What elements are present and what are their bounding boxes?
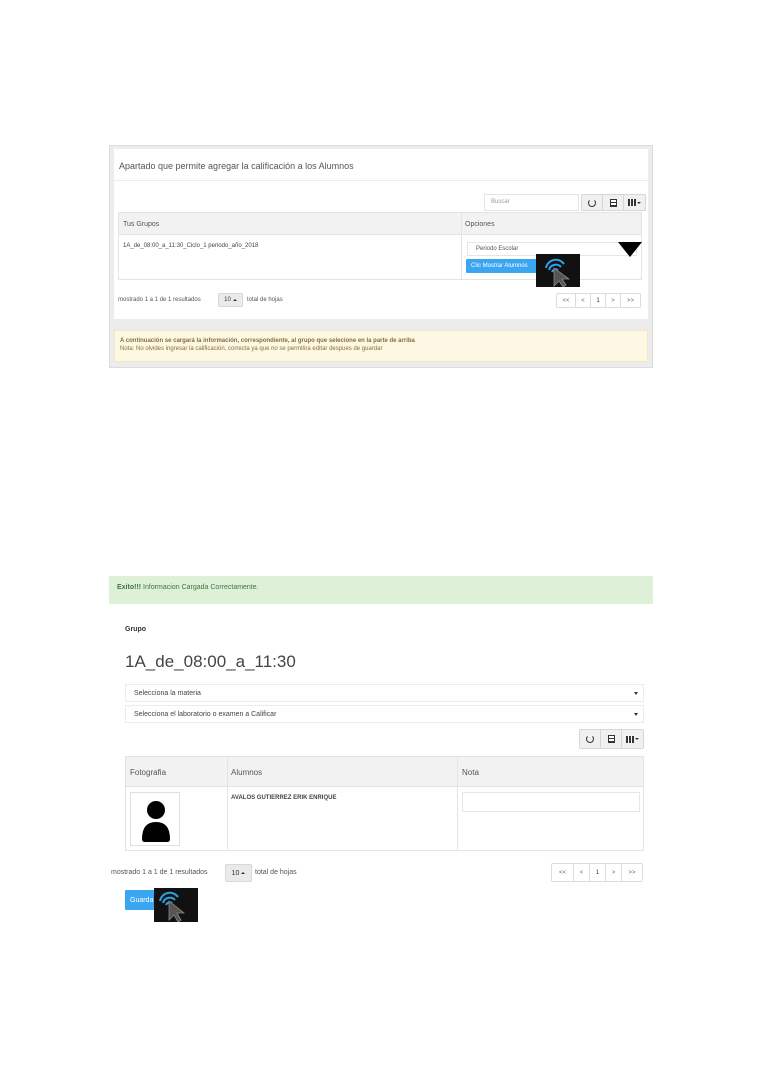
group-name-cell: 1A_de_08:00_a_11:30_Ciclo_1 periodo_año_… <box>123 243 259 249</box>
total-pages-label: total de hojas <box>255 869 297 876</box>
pagination: << < 1 > >> <box>551 863 643 882</box>
group-selection-panel: Apartado que permite agregar la califica… <box>109 145 653 368</box>
page-first[interactable]: << <box>557 294 576 307</box>
page-first[interactable]: << <box>552 864 574 881</box>
success-alert: Exito!!! Informacion Cargada Correctamen… <box>109 576 653 604</box>
table-header: Fotografia Alumnos Nota <box>126 757 643 787</box>
page-last[interactable]: >> <box>621 294 640 307</box>
page-prev[interactable]: < <box>576 294 591 307</box>
columns-button[interactable] <box>622 730 643 748</box>
laboratorio-select[interactable]: Selecciona el laboratorio o examen a Cal… <box>125 705 644 723</box>
column-header-grupos[interactable]: Tus Grupos <box>123 221 159 228</box>
page-last[interactable]: >> <box>622 864 642 881</box>
avatar-icon <box>142 801 170 842</box>
materia-select-value: Selecciona la materia <box>134 690 201 697</box>
laboratorio-select-value: Selecciona el laboratorio o examen a Cal… <box>134 711 277 718</box>
panel-heading: Apartado que permite agregar la califica… <box>119 161 354 171</box>
table-icon <box>609 198 617 207</box>
caret-up-icon <box>232 299 237 301</box>
columns-button[interactable] <box>624 195 645 210</box>
table-toolbar <box>581 194 646 211</box>
page-1[interactable]: 1 <box>590 864 606 881</box>
click-cursor-icon <box>154 888 198 922</box>
page-size-value: 10 <box>224 297 231 303</box>
table-icon <box>607 735 615 743</box>
student-name: AVALOS GUTIERREZ ERIK ENRIQUE <box>231 795 337 801</box>
nota-input[interactable] <box>462 792 640 812</box>
warning-text: A continuación se cargará la información… <box>120 338 415 344</box>
toggle-view-button[interactable] <box>603 195 624 210</box>
chevron-down-icon <box>634 692 638 695</box>
show-students-button[interactable]: Clic Mostrar Alumnos <box>466 259 544 273</box>
column-header-fotografia[interactable]: Fotografia <box>130 768 166 777</box>
page-next[interactable]: > <box>606 294 621 307</box>
warning-alert: A continuación se cargará la información… <box>114 330 648 362</box>
table-header: Tus Grupos Opciones <box>119 213 641 235</box>
refresh-button[interactable] <box>582 195 603 210</box>
column-header-opciones[interactable]: Opciones <box>465 221 495 228</box>
warning-note: Nota: No olvides ingresar la calificació… <box>120 346 383 352</box>
page-prev[interactable]: < <box>574 864 590 881</box>
table-toolbar <box>579 729 644 749</box>
page-1[interactable]: 1 <box>591 294 606 307</box>
heading-divider <box>114 180 648 181</box>
refresh-icon <box>588 198 596 207</box>
dropdown-arrow-icon[interactable] <box>618 242 642 257</box>
student-photo <box>130 792 180 846</box>
columns-icon <box>626 735 639 743</box>
chevron-down-icon <box>634 713 638 716</box>
group-selection-card: Apartado que permite agregar la califica… <box>114 149 648 319</box>
page-next[interactable]: > <box>606 864 622 881</box>
grupo-title: 1A_de_08:00_a_11:30 <box>125 652 296 671</box>
results-summary: mostrado 1 a 1 de 1 resultados <box>118 297 201 303</box>
refresh-button[interactable] <box>580 730 601 748</box>
toggle-view-button[interactable] <box>601 730 622 748</box>
results-summary: mostrado 1 a 1 de 1 resultados <box>111 869 208 876</box>
materia-select[interactable]: Selecciona la materia <box>125 684 644 702</box>
students-table: Fotografia Alumnos Nota AVALOS GUTIERREZ… <box>125 756 644 851</box>
column-header-alumnos[interactable]: Alumnos <box>231 768 262 777</box>
columns-icon <box>628 199 641 206</box>
pagination: << < 1 > >> <box>556 293 641 308</box>
caret-up-icon <box>241 872 246 874</box>
column-header-nota[interactable]: Nota <box>462 768 479 777</box>
refresh-icon <box>586 735 594 743</box>
success-text: Informacion Cargada Correctamente. <box>141 584 259 591</box>
grupo-label: Grupo <box>125 626 146 633</box>
page-size-button[interactable]: 10 <box>225 864 252 882</box>
page-size-value: 10 <box>231 869 240 877</box>
search-input[interactable]: Buscar <box>484 194 579 211</box>
total-pages-label: total de hojas <box>247 297 283 303</box>
success-strong: Exito!!! <box>117 584 142 591</box>
grading-panel: Grupo 1A_de_08:00_a_11:30 Selecciona la … <box>109 604 653 922</box>
click-cursor-icon <box>536 254 580 287</box>
page-size-button[interactable]: 10 <box>218 293 243 307</box>
